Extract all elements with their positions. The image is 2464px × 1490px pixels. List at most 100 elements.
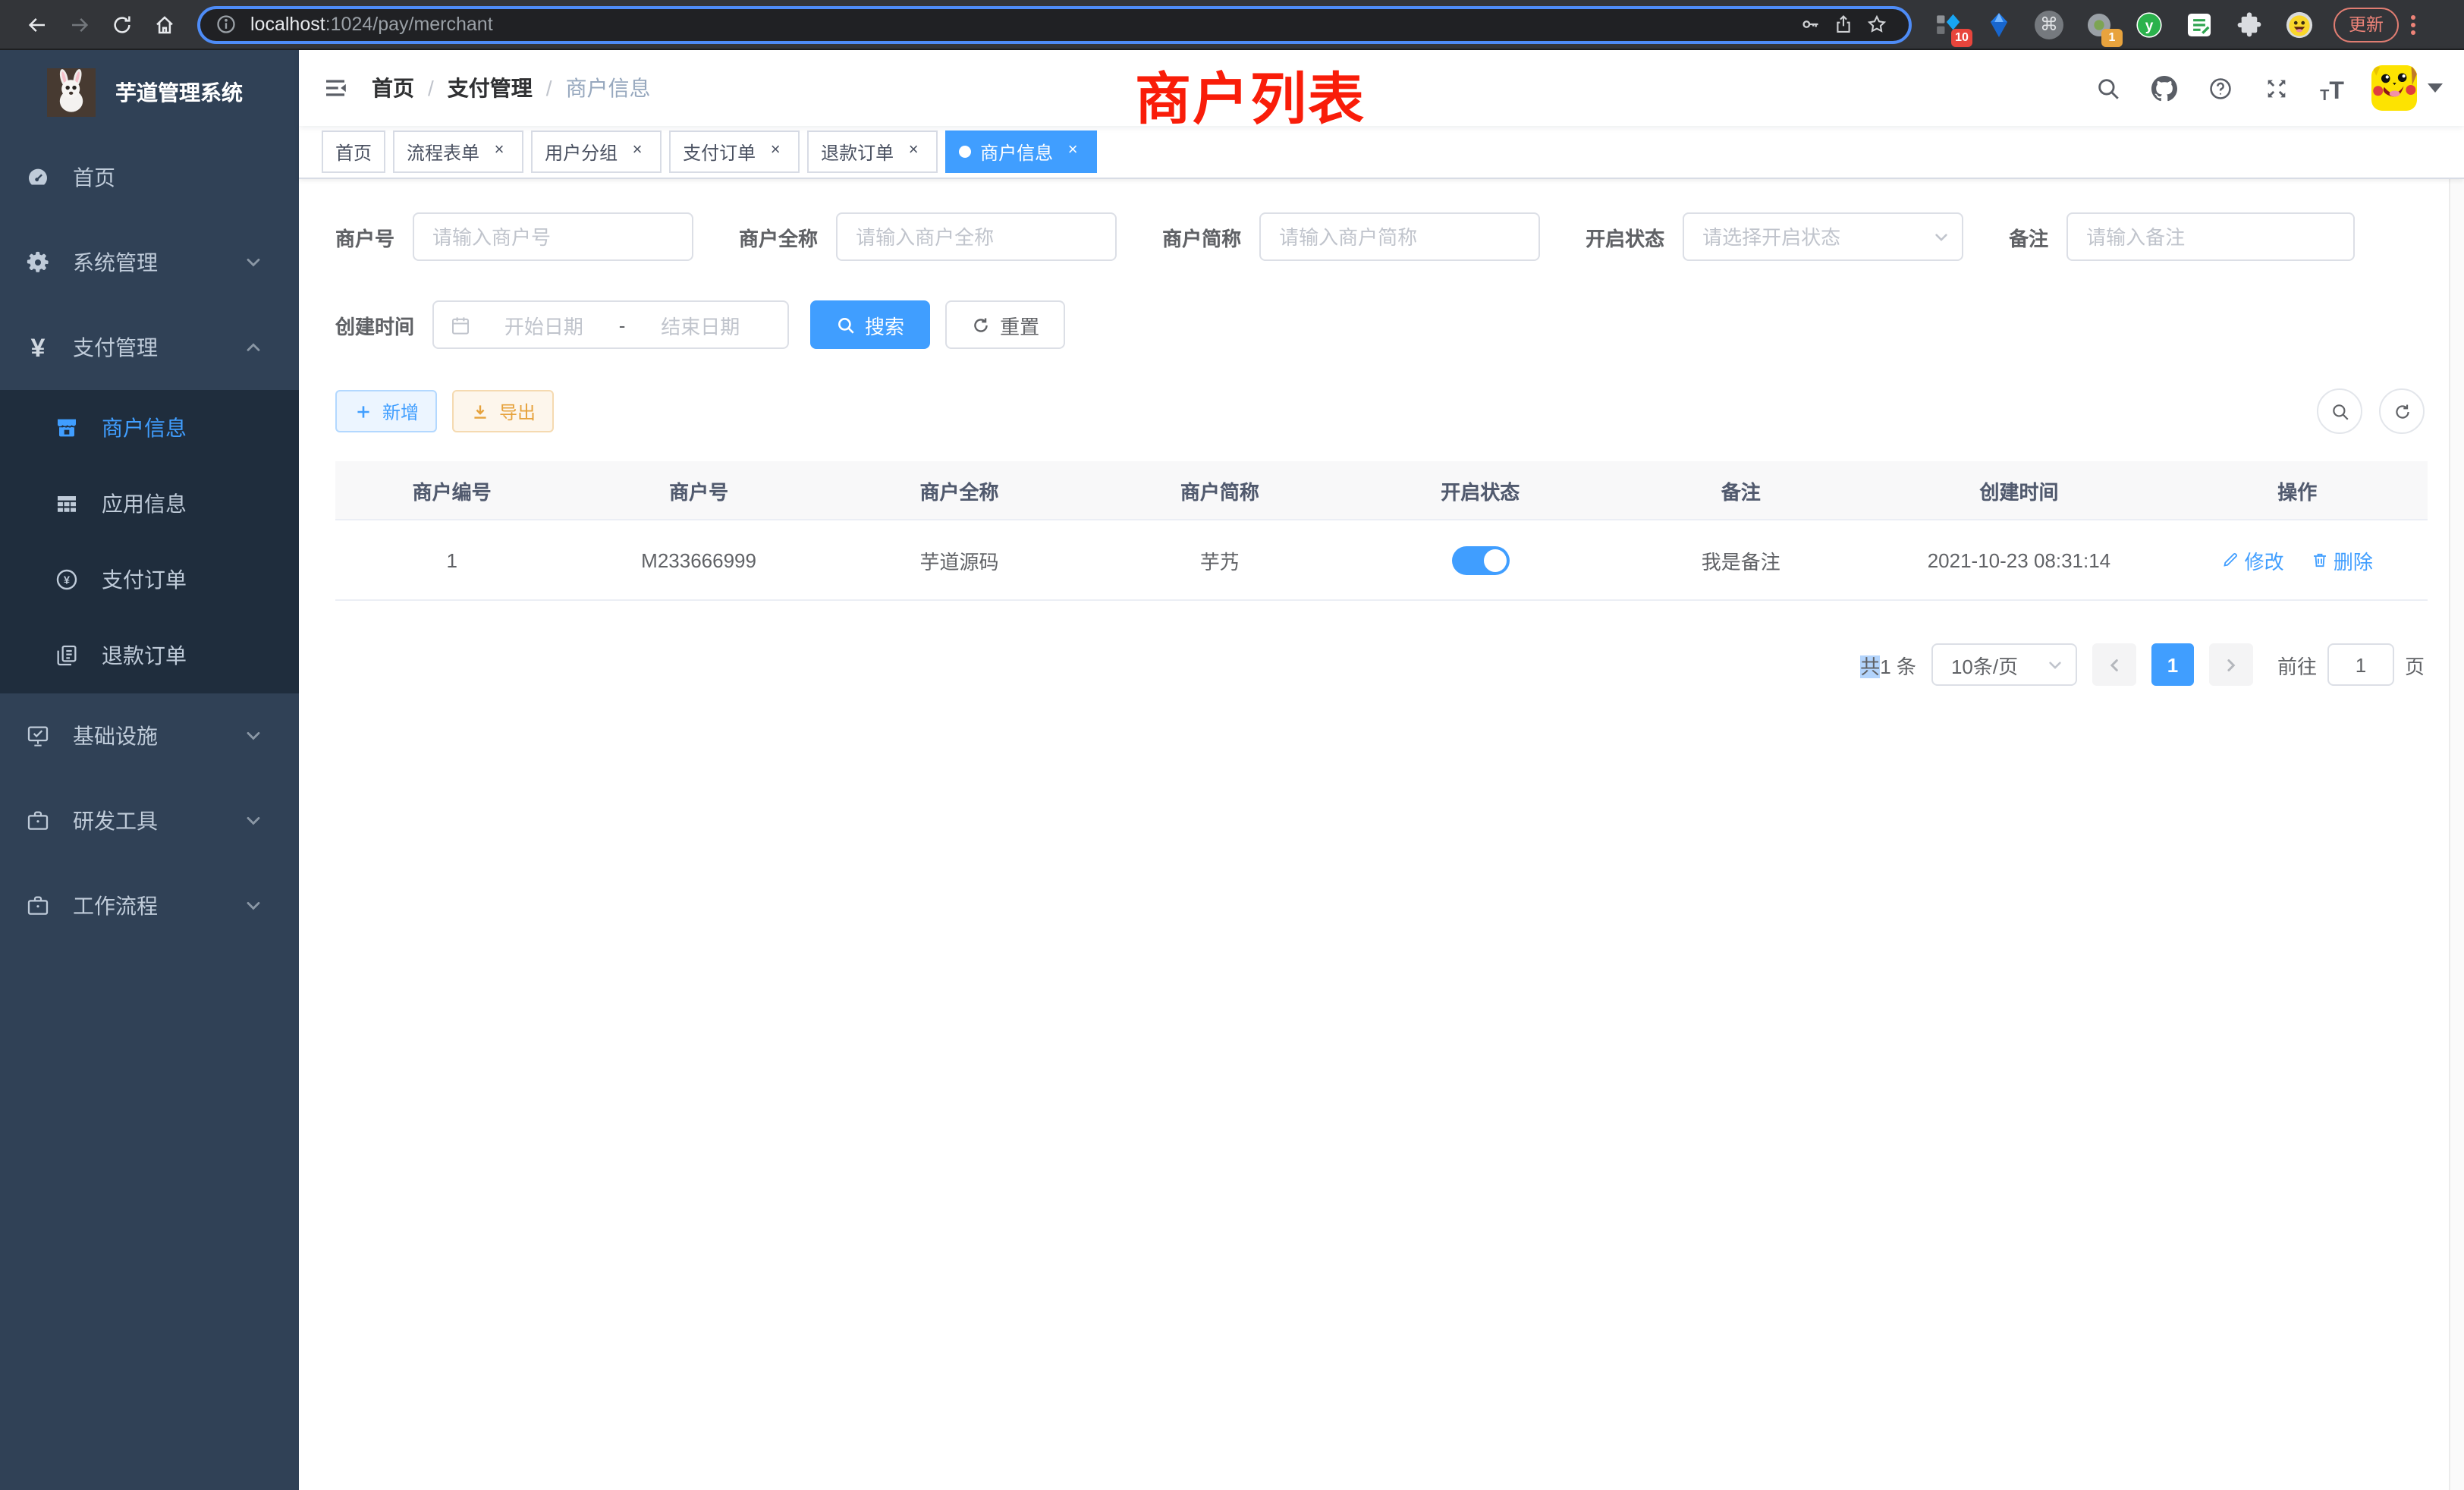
merchant-name-input[interactable] (836, 212, 1117, 261)
ext-gem-icon[interactable] (1983, 8, 2015, 40)
home-icon[interactable] (143, 5, 185, 44)
pikachu-avatar (2371, 65, 2417, 111)
ext-notes-icon[interactable] (2183, 8, 2215, 40)
caret-down-icon (2428, 83, 2443, 93)
close-icon[interactable]: × (903, 141, 924, 162)
tab-home[interactable]: 首页 (322, 130, 385, 173)
page-info-icon[interactable] (215, 14, 237, 35)
chevron-down-icon (244, 897, 262, 915)
pagination-total: 共1 条 (1860, 650, 1916, 679)
tab-refund-order[interactable]: 退款订单× (807, 130, 938, 173)
sidebar-item-app-info[interactable]: 应用信息 (0, 466, 299, 542)
breadcrumb-payment[interactable]: 支付管理 (448, 73, 533, 103)
chevron-down-icon (2047, 656, 2063, 673)
close-icon[interactable]: × (765, 141, 786, 162)
tags-view: 首页 流程表单× 用户分组× 支付订单× 退款订单× 商户信息× (299, 126, 2464, 179)
bookmark-star-icon[interactable] (1860, 8, 1894, 41)
share-icon[interactable] (1827, 8, 1860, 41)
close-icon[interactable]: × (627, 141, 648, 162)
address-bar[interactable]: localhost:1024/pay/merchant (197, 5, 1912, 43)
prev-page-button[interactable] (2092, 643, 2136, 686)
tab-pay-order[interactable]: 支付订单× (669, 130, 800, 173)
col-actions: 操作 (2167, 461, 2428, 520)
tab-user-group[interactable]: 用户分组× (531, 130, 662, 173)
back-icon[interactable] (15, 5, 58, 44)
sidebar-item-infrastructure[interactable]: 基础设施 (0, 693, 299, 778)
remark-label: 备注 (2009, 222, 2066, 251)
extensions-puzzle-icon[interactable] (2233, 8, 2265, 40)
password-key-icon[interactable] (1793, 8, 1827, 41)
cell-merchant-no: M233666999 (568, 520, 828, 600)
navbar-actions: TT (2091, 65, 2464, 111)
cell-merchant-id: 1 (335, 520, 568, 600)
ext-y-icon[interactable]: y (2133, 8, 2165, 40)
tab-merchant-info[interactable]: 商户信息× (945, 130, 1097, 173)
browser-update-button[interactable]: 更新 (2334, 7, 2399, 42)
ext-badge: 10 (1951, 28, 1972, 46)
page-scrollbar[interactable] (2449, 50, 2464, 1490)
sidebar-item-refund-order[interactable]: 退款订单 (0, 618, 299, 693)
status-select[interactable] (1683, 212, 1963, 261)
profile-emoji-avatar[interactable] (2283, 8, 2315, 40)
breadcrumb-home[interactable]: 首页 (372, 73, 414, 103)
yen-circle-icon: ¥ (53, 566, 80, 593)
remark-input[interactable] (2066, 212, 2355, 261)
ext-blocks-icon[interactable]: 10 (1933, 8, 1965, 40)
add-button[interactable]: 新增 (335, 390, 437, 432)
date-range-picker[interactable]: 开始日期 - 结束日期 (432, 300, 789, 349)
svg-text:y: y (2145, 17, 2154, 33)
pagination: 共1 条 10条/页 1 前往 (335, 643, 2428, 686)
browser-menu-icon[interactable] (2411, 14, 2415, 34)
delete-link[interactable]: 删除 (2311, 545, 2373, 574)
tab-process-form[interactable]: 流程表单× (393, 130, 523, 173)
sidebar-item-system[interactable]: 系统管理 (0, 220, 299, 305)
pagination-goto: 前往 页 (2277, 643, 2425, 686)
sidebar-item-payment[interactable]: ¥ 支付管理 (0, 305, 299, 390)
table-row: 1 M233666999 芋道源码 芋艿 我是备注 2021-10-23 08:… (335, 520, 2428, 600)
page-number-1[interactable]: 1 (2151, 643, 2194, 686)
sidebar-item-dev-tools[interactable]: 研发工具 (0, 778, 299, 863)
close-icon[interactable]: × (489, 141, 510, 162)
download-icon (470, 401, 490, 421)
active-dot (959, 146, 971, 158)
filter-row-2: 创建时间 开始日期 - 结束日期 搜索 重置 (335, 300, 2428, 349)
merchant-no-label: 商户号 (335, 222, 413, 251)
sidebar-item-merchant-info[interactable]: 商户信息 (0, 390, 299, 466)
sidebar-item-pay-order[interactable]: ¥ 支付订单 (0, 542, 299, 618)
merchant-short-input[interactable] (1259, 212, 1540, 261)
sidebar-item-workflow[interactable]: 工作流程 (0, 863, 299, 948)
merchant-no-input[interactable] (413, 212, 693, 261)
font-size-icon[interactable]: TT (2315, 71, 2349, 105)
sidebar-item-home[interactable]: 首页 (0, 135, 299, 220)
close-icon[interactable]: × (1062, 141, 1083, 162)
forward-icon[interactable] (58, 5, 100, 44)
status-toggle[interactable] (1451, 545, 1509, 574)
page-size-select[interactable]: 10条/页 (1931, 643, 2077, 686)
col-status: 开启状态 (1350, 461, 1611, 520)
goto-page-input[interactable] (2327, 643, 2394, 686)
user-menu[interactable] (2371, 65, 2443, 111)
search-icon[interactable] (2091, 71, 2124, 105)
help-icon[interactable] (2203, 71, 2236, 105)
payment-submenu: 商户信息 应用信息 ¥ 支付订单 (0, 390, 299, 693)
ext-command-icon[interactable]: ⌘ (2033, 8, 2065, 40)
start-date-placeholder: 开始日期 (472, 310, 616, 339)
chevron-down-icon (244, 812, 262, 830)
pencil-icon (2222, 551, 2240, 569)
reload-icon[interactable] (100, 5, 143, 44)
search-button[interactable]: 搜索 (810, 300, 930, 349)
refresh-table-icon-button[interactable] (2379, 388, 2425, 434)
github-icon[interactable] (2147, 71, 2180, 105)
next-page-button[interactable] (2209, 643, 2253, 686)
chevron-up-icon (244, 338, 262, 357)
show-search-icon-button[interactable] (2317, 388, 2362, 434)
sidebar-fold-icon[interactable] (308, 61, 363, 115)
grid-icon (53, 490, 80, 517)
edit-link[interactable]: 修改 (2222, 545, 2284, 574)
sidebar-logo[interactable]: 芋道管理系统 (0, 50, 299, 135)
calendar-icon (449, 313, 472, 336)
export-button[interactable]: 导出 (452, 390, 554, 432)
reset-button[interactable]: 重置 (945, 300, 1065, 349)
ext-camera-icon[interactable]: 1 (2083, 8, 2115, 40)
fullscreen-icon[interactable] (2259, 71, 2293, 105)
